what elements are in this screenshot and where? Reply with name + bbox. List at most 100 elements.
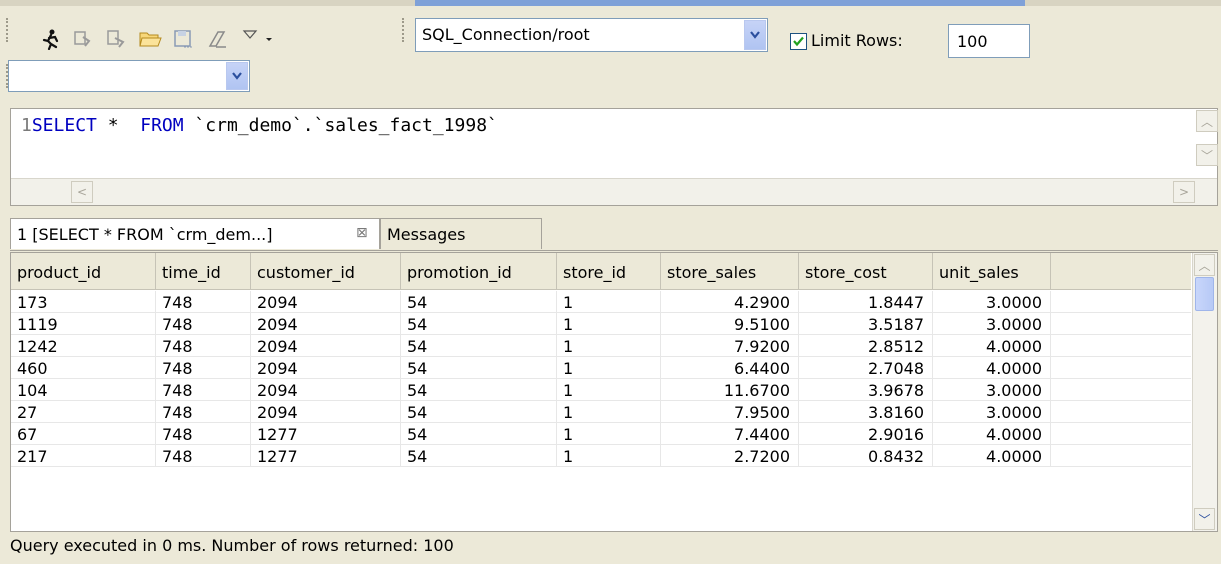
table-row[interactable]: 104 748 2094 54 1 11.6700 3.9678 3.0000: [11, 379, 1191, 401]
table-cell[interactable]: 1: [557, 335, 661, 356]
table-cell[interactable]: 54: [401, 379, 557, 400]
table-cell[interactable]: 2.7048: [799, 357, 933, 378]
table-cell[interactable]: 2094: [251, 357, 401, 378]
table-cell[interactable]: 1119: [11, 313, 156, 334]
column-header-store-sales[interactable]: store_sales: [661, 253, 799, 289]
table-cell[interactable]: 3.0000: [933, 291, 1051, 312]
table-cell[interactable]: 748: [156, 335, 251, 356]
table-cell[interactable]: 3.8160: [799, 401, 933, 422]
table-cell[interactable]: 1: [557, 401, 661, 422]
table-cell[interactable]: 3.5187: [799, 313, 933, 334]
chevron-down-icon[interactable]: [226, 62, 248, 90]
table-cell[interactable]: 1: [557, 379, 661, 400]
table-cell[interactable]: 54: [401, 401, 557, 422]
table-row[interactable]: 27 748 2094 54 1 7.9500 3.8160 3.0000: [11, 401, 1191, 423]
table-cell[interactable]: 0.8432: [799, 445, 933, 466]
table-cell[interactable]: 54: [401, 291, 557, 312]
table-cell[interactable]: 1: [557, 313, 661, 334]
tab-messages[interactable]: Messages: [380, 218, 542, 249]
connection-select[interactable]: SQL_Connection/root: [415, 18, 768, 52]
table-cell[interactable]: 4.0000: [933, 335, 1051, 356]
table-cell[interactable]: 217: [11, 445, 156, 466]
secondary-select[interactable]: [8, 60, 250, 92]
table-cell[interactable]: 748: [156, 445, 251, 466]
table-cell[interactable]: 1: [557, 291, 661, 312]
run-selected-icon[interactable]: [70, 26, 96, 52]
table-cell[interactable]: 748: [156, 291, 251, 312]
table-row[interactable]: 173 748 2094 54 1 4.2900 1.8447 3.0000: [11, 291, 1191, 313]
table-cell[interactable]: 67: [11, 423, 156, 444]
editor-horizontal-scrollbar[interactable]: < >: [11, 178, 1217, 205]
column-header-time-id[interactable]: time_id: [156, 253, 251, 289]
close-icon[interactable]: ⊠: [356, 226, 370, 240]
clear-icon[interactable]: [203, 26, 229, 52]
table-cell[interactable]: 104: [11, 379, 156, 400]
table-cell[interactable]: 2094: [251, 335, 401, 356]
table-cell[interactable]: 1: [557, 445, 661, 466]
column-header-promotion-id[interactable]: promotion_id: [401, 253, 557, 289]
table-cell[interactable]: 2094: [251, 379, 401, 400]
table-cell[interactable]: 748: [156, 423, 251, 444]
table-cell[interactable]: 2094: [251, 291, 401, 312]
scroll-right-icon[interactable]: >: [1173, 181, 1195, 203]
table-cell[interactable]: 7.9500: [661, 401, 799, 422]
toolbar-separator-grip[interactable]: [402, 18, 407, 42]
table-cell[interactable]: 748: [156, 357, 251, 378]
sql-editor[interactable]: 1SELECT * FROM `crm_demo`.`sales_fact_19…: [10, 108, 1218, 206]
column-header-store-cost[interactable]: store_cost: [799, 253, 933, 289]
table-cell[interactable]: 1: [557, 357, 661, 378]
table-cell[interactable]: 1277: [251, 423, 401, 444]
table-cell[interactable]: 460: [11, 357, 156, 378]
table-cell[interactable]: 7.9200: [661, 335, 799, 356]
table-cell[interactable]: 27: [11, 401, 156, 422]
table-cell[interactable]: 3.0000: [933, 313, 1051, 334]
table-row[interactable]: 1119 748 2094 54 1 9.5100 3.5187 3.0000: [11, 313, 1191, 335]
table-cell[interactable]: 54: [401, 335, 557, 356]
grid-vertical-scrollbar[interactable]: ︿ ﹀: [1192, 253, 1217, 531]
results-grid[interactable]: product_id time_id customer_id promotion_id…: [10, 252, 1218, 532]
column-header-unit-sales[interactable]: unit_sales: [933, 253, 1051, 289]
table-cell[interactable]: 54: [401, 445, 557, 466]
table-cell[interactable]: 4.0000: [933, 423, 1051, 444]
table-cell[interactable]: 748: [156, 313, 251, 334]
dropdown-icon[interactable]: [256, 26, 282, 52]
table-cell[interactable]: 2.8512: [799, 335, 933, 356]
table-row[interactable]: 1242 748 2094 54 1 7.9200 2.8512 4.0000: [11, 335, 1191, 357]
table-cell[interactable]: 3.0000: [933, 379, 1051, 400]
table-cell[interactable]: 1277: [251, 445, 401, 466]
table-cell[interactable]: 6.4400: [661, 357, 799, 378]
run-explain-icon[interactable]: [103, 26, 129, 52]
table-cell[interactable]: 54: [401, 357, 557, 378]
table-cell[interactable]: 1: [557, 423, 661, 444]
scroll-up-icon[interactable]: ︿: [1194, 254, 1215, 276]
run-icon[interactable]: [38, 26, 64, 52]
table-cell[interactable]: 9.5100: [661, 313, 799, 334]
toolbar-grip[interactable]: [6, 18, 11, 42]
table-row[interactable]: 217 748 1277 54 1 2.7200 0.8432 4.0000: [11, 445, 1191, 467]
save-icon[interactable]: [170, 26, 196, 52]
table-cell[interactable]: 4.0000: [933, 445, 1051, 466]
limit-rows-input[interactable]: 100: [948, 24, 1030, 58]
table-cell[interactable]: 3.0000: [933, 401, 1051, 422]
table-cell[interactable]: 748: [156, 379, 251, 400]
tab-query-result[interactable]: 1 [SELECT * FROM `crm_dem...] ⊠: [10, 218, 380, 249]
table-cell[interactable]: 7.4400: [661, 423, 799, 444]
column-header-store-id[interactable]: store_id: [557, 253, 661, 289]
scroll-down-icon[interactable]: ﹀: [1196, 144, 1218, 166]
scroll-down-icon[interactable]: ﹀: [1194, 508, 1215, 530]
table-row[interactable]: 460 748 2094 54 1 6.4400 2.7048 4.0000: [11, 357, 1191, 379]
scroll-up-icon[interactable]: ︿: [1196, 110, 1218, 132]
table-cell[interactable]: 4.2900: [661, 291, 799, 312]
scrollbar-thumb[interactable]: [1195, 277, 1214, 311]
open-folder-icon[interactable]: [137, 26, 163, 52]
table-cell[interactable]: 173: [11, 291, 156, 312]
table-cell[interactable]: 2.9016: [799, 423, 933, 444]
scroll-left-icon[interactable]: <: [71, 181, 93, 203]
table-cell[interactable]: 1242: [11, 335, 156, 356]
table-cell[interactable]: 2094: [251, 313, 401, 334]
table-cell[interactable]: 4.0000: [933, 357, 1051, 378]
table-cell[interactable]: 3.9678: [799, 379, 933, 400]
column-header-product-id[interactable]: product_id: [11, 253, 156, 289]
table-cell[interactable]: 2.7200: [661, 445, 799, 466]
chevron-down-icon[interactable]: [744, 20, 766, 50]
